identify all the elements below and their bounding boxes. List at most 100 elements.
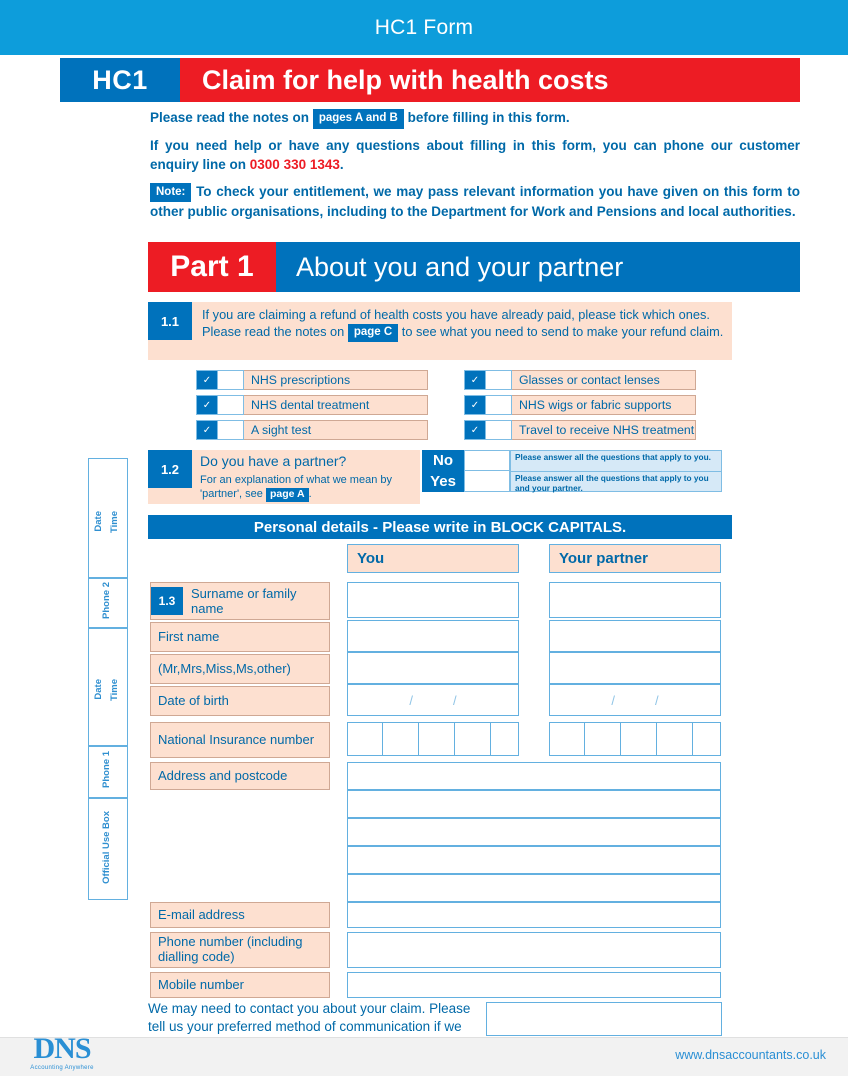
- input-dob-you[interactable]: / /: [347, 684, 519, 716]
- dob-separator: /: [453, 692, 457, 708]
- no-hint: Please answer all the questions that app…: [511, 451, 721, 472]
- label-first-name: First name: [150, 622, 330, 652]
- label-surname: 1.3 Surname or family name: [150, 582, 330, 620]
- sidebar-box-phone-1: Phone 1: [88, 746, 128, 798]
- refund-option-label: Travel to receive NHS treatment: [512, 420, 696, 440]
- partner-answer-labels: No Yes: [422, 450, 464, 492]
- no-label: No: [433, 452, 453, 469]
- label-email: E-mail address: [150, 902, 330, 928]
- refund-option-sight-test[interactable]: ✓ A sight test: [196, 420, 428, 440]
- dob-separator: /: [611, 692, 615, 708]
- intro-block: Please read the notes on pages A and B b…: [150, 108, 800, 229]
- sidebar-time-label-2: Time: [109, 511, 120, 534]
- footer-website-url[interactable]: www.dnsaccountants.co.uk: [675, 1048, 826, 1062]
- label-surname-text: Surname or family name: [191, 585, 297, 616]
- q12-sub-after: .: [308, 487, 312, 500]
- refund-option-label: A sight test: [244, 420, 428, 440]
- check-icon: ✓: [196, 420, 218, 440]
- input-address-line-4[interactable]: [347, 846, 721, 874]
- refund-option-glasses[interactable]: ✓ Glasses or contact lenses: [464, 370, 696, 390]
- refund-option-wigs[interactable]: ✓ NHS wigs or fabric supports: [464, 395, 696, 415]
- refund-options-grid: ✓ NHS prescriptions ✓ Glasses or contact…: [196, 370, 726, 445]
- dob-separator: /: [655, 692, 659, 708]
- ni-cell[interactable]: [693, 722, 721, 756]
- input-address-line-2[interactable]: [347, 790, 721, 818]
- ni-cell[interactable]: [419, 722, 455, 756]
- refund-tick-input[interactable]: [218, 395, 244, 415]
- sidebar-official-use-label: Official Use Box: [101, 811, 112, 884]
- ni-cell[interactable]: [347, 722, 383, 756]
- input-contact-preference[interactable]: [486, 1002, 722, 1036]
- no-tick-input[interactable]: [464, 450, 510, 471]
- input-phone[interactable]: [347, 932, 721, 968]
- check-icon: ✓: [196, 395, 218, 415]
- ni-cell[interactable]: [455, 722, 491, 756]
- column-header-you: You: [347, 544, 519, 573]
- hc1-form-page: HC1 Form HC1 Claim for help with health …: [0, 0, 848, 1076]
- refund-tick-input[interactable]: [486, 370, 512, 390]
- intro-note: Note: To check your entitlement, we may …: [150, 182, 800, 222]
- ni-cell[interactable]: [621, 722, 657, 756]
- input-ni-partner[interactable]: [549, 722, 721, 756]
- refund-option-row: ✓ NHS prescriptions ✓ Glasses or contact…: [196, 370, 726, 390]
- label-address: Address and postcode: [150, 762, 330, 790]
- refund-tick-input[interactable]: [218, 370, 244, 390]
- question-1-2-number: 1.2: [148, 450, 192, 488]
- intro-line-2: If you need help or have any questions a…: [150, 136, 800, 175]
- refund-option-travel[interactable]: ✓ Travel to receive NHS treatment: [464, 420, 696, 440]
- question-1-2-text: Do you have a partner? For an explanatio…: [192, 450, 420, 504]
- sidebar-time-label-1: Time: [109, 679, 120, 702]
- input-surname-you[interactable]: [347, 582, 519, 618]
- refund-option-nhs-dental[interactable]: ✓ NHS dental treatment: [196, 395, 428, 415]
- input-mobile[interactable]: [347, 972, 721, 998]
- ni-cell[interactable]: [549, 722, 585, 756]
- input-dob-partner[interactable]: / /: [549, 684, 721, 716]
- label-national-insurance: National Insurance number: [150, 722, 330, 758]
- refund-option-nhs-prescriptions[interactable]: ✓ NHS prescriptions: [196, 370, 428, 390]
- intro-line2-after: .: [339, 157, 344, 173]
- intro-line-1: Please read the notes on pages A and B b…: [150, 108, 800, 129]
- ni-cell[interactable]: [383, 722, 419, 756]
- enquiry-phone-number: 0300 330 1343: [249, 157, 340, 173]
- q12-subtext: For an explanation of what we mean by 'p…: [200, 473, 414, 503]
- refund-tick-input[interactable]: [486, 395, 512, 415]
- yes-label: Yes: [430, 473, 456, 490]
- input-title-partner[interactable]: [549, 652, 721, 684]
- sidebar-box-date-time-2: Date Time: [88, 458, 128, 578]
- sidebar-date-label-2: Date: [93, 511, 104, 532]
- q11-text-after: to see what you need to send to make you…: [401, 323, 724, 339]
- refund-option-row: ✓ A sight test ✓ Travel to receive NHS t…: [196, 420, 726, 440]
- page-c-tag: page C: [347, 323, 399, 343]
- label-date-of-birth: Date of birth: [150, 686, 330, 716]
- input-email[interactable]: [347, 902, 721, 928]
- sidebar-box-phone-2: Phone 2: [88, 578, 128, 628]
- pages-a-and-b-tag: pages A and B: [312, 109, 404, 129]
- input-address-line-1[interactable]: [347, 762, 721, 790]
- refund-tick-input[interactable]: [218, 420, 244, 440]
- refund-option-label: NHS wigs or fabric supports: [512, 395, 696, 415]
- input-address-line-3[interactable]: [347, 818, 721, 846]
- input-ni-you[interactable]: [347, 722, 519, 756]
- refund-tick-input[interactable]: [486, 420, 512, 440]
- part-1-banner: Part 1 About you and your partner: [148, 242, 800, 292]
- note-tag: Note:: [150, 182, 192, 203]
- yes-tick-input[interactable]: [464, 471, 510, 492]
- input-address-postcode[interactable]: [347, 874, 721, 902]
- form-title-strip: HC1 Claim for help with health costs: [60, 58, 800, 102]
- label-title: (Mr,Mrs,Miss,Ms,other): [150, 654, 330, 684]
- input-first-name-partner[interactable]: [549, 620, 721, 652]
- yes-hint: Please answer all the questions that app…: [515, 473, 709, 493]
- input-title-you[interactable]: [347, 652, 519, 684]
- window-title-bar: HC1 Form: [0, 0, 848, 55]
- dob-separator: /: [409, 692, 413, 708]
- ni-cell[interactable]: [585, 722, 621, 756]
- sidebar-phone-1-label: Phone 1: [101, 751, 112, 788]
- input-surname-partner[interactable]: [549, 582, 721, 618]
- note-text: To check your entitlement, we may pass r…: [150, 183, 800, 220]
- ni-cell[interactable]: [657, 722, 693, 756]
- partner-answer-group: No Yes Please answer all the questions t…: [422, 450, 722, 493]
- input-first-name-you[interactable]: [347, 620, 519, 652]
- question-1-3-number: 1.3: [151, 587, 183, 615]
- label-phone: Phone number (including dialling code): [150, 932, 330, 968]
- ni-cell[interactable]: [491, 722, 519, 756]
